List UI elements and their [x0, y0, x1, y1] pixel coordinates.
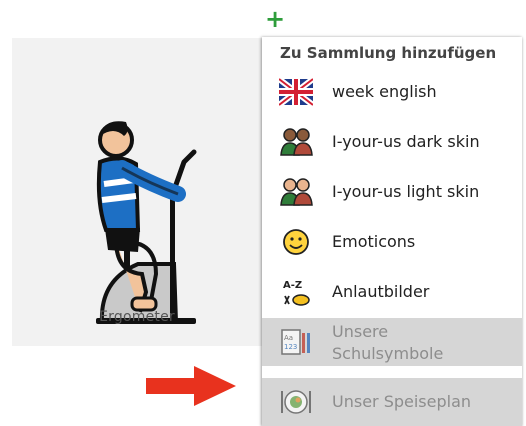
meal-plate-icon: [281, 390, 311, 414]
menu-item-speiseplan[interactable]: Unser Speiseplan: [262, 378, 522, 426]
menu-item-label: Emoticons: [332, 232, 416, 251]
add-to-collection-button[interactable]: +: [263, 6, 287, 32]
menu-item-emoticons[interactable]: Emoticons: [262, 218, 522, 266]
a-z-letters-icon: A-Z: [283, 280, 310, 306]
menu-item-label: Anlautbilder: [332, 282, 430, 301]
menu-item-label: I-your-us dark skin: [332, 132, 480, 151]
ergometer-pictogram-icon: [96, 121, 197, 324]
menu-item-dark-skin[interactable]: I-your-us dark skin: [262, 118, 522, 166]
uk-flag-icon: [279, 77, 313, 107]
card-caption: Ergometer: [99, 309, 175, 325]
smiley-icon: [283, 229, 309, 255]
people-light-skin-icon: [280, 178, 313, 206]
menu-header: Zu Sammlung hinzufügen: [280, 44, 497, 62]
pictogram-card[interactable]: Ergometer: [12, 38, 262, 346]
svg-text:A-Z: A-Z: [283, 280, 302, 291]
svg-text:123: 123: [284, 343, 297, 351]
school-symbols-icon: Aa 123: [281, 329, 310, 355]
menu-item-label: week english: [332, 82, 437, 101]
red-arrow-right-icon: [146, 366, 236, 406]
svg-text:Aa: Aa: [284, 334, 293, 342]
menu-item-label: I-your-us light skin: [332, 182, 480, 201]
menu-item-label: Unser Speiseplan: [332, 392, 472, 411]
people-dark-skin-icon: [280, 128, 313, 156]
menu-item-light-skin[interactable]: I-your-us light skin: [262, 168, 522, 216]
add-to-collection-menu: Zu Sammlung hinzufügen week english I-yo…: [262, 37, 522, 426]
menu-item-schulsymbole[interactable]: Aa 123 Unsere Schulsymbole: [262, 318, 522, 366]
menu-item-anlautbilder[interactable]: A-Z Anlautbilder: [262, 268, 522, 316]
menu-item-label: Unsere Schulsymbole: [332, 322, 444, 363]
menu-item-week-english[interactable]: week english: [262, 68, 522, 116]
